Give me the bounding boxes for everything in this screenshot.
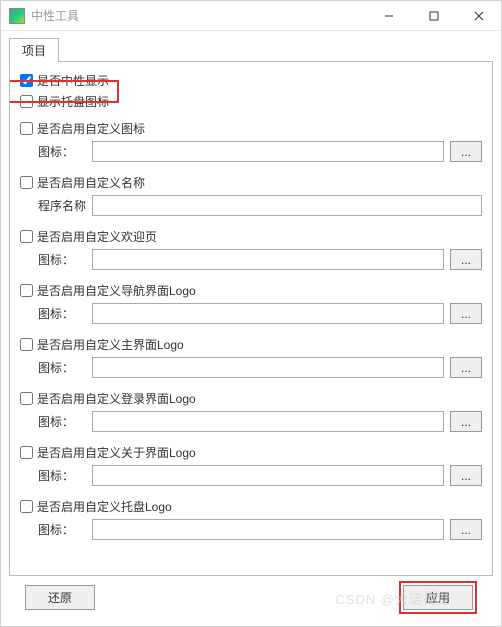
section-check-label: 是否启用自定义名称 xyxy=(37,174,145,191)
section-field-row: 程序名称 xyxy=(38,195,482,216)
section-field-row: 图标：... xyxy=(38,249,482,270)
field-label: 图标： xyxy=(38,251,88,268)
section-check-row: 是否启用自定义图标 xyxy=(20,120,482,137)
field-input[interactable] xyxy=(92,195,482,216)
section-check-row: 是否启用自定义托盘Logo xyxy=(20,498,482,515)
maximize-button[interactable] xyxy=(411,1,456,30)
section-check-label: 是否启用自定义托盘Logo xyxy=(37,498,172,515)
section-checkbox[interactable] xyxy=(20,284,33,297)
window-title: 中性工具 xyxy=(31,7,79,24)
section-checkbox[interactable] xyxy=(20,230,33,243)
field-input[interactable] xyxy=(92,141,444,162)
section-checkbox[interactable] xyxy=(20,338,33,351)
checkbox-neutral-display[interactable] xyxy=(20,74,33,87)
checkbox-show-tray[interactable] xyxy=(20,95,33,108)
section-check-row: 是否启用自定义名称 xyxy=(20,174,482,191)
field-label: 图标： xyxy=(38,359,88,376)
field-label: 图标： xyxy=(38,413,88,430)
field-label: 图标： xyxy=(38,143,88,160)
section-check-label: 是否启用自定义关于界面Logo xyxy=(37,444,196,461)
tab-strip: 项目 xyxy=(9,37,493,61)
section-check-label: 是否启用自定义主界面Logo xyxy=(37,336,184,353)
section-field-row: 图标：... xyxy=(38,357,482,378)
field-label: 图标： xyxy=(38,467,88,484)
client-area: 项目 是否中性显示 显示托盘图标 是否启用自定义图标图标：...是否启用自定义名… xyxy=(1,31,501,626)
section-check-label: 是否启用自定义欢迎页 xyxy=(37,228,157,245)
section-check-row: 是否启用自定义登录界面Logo xyxy=(20,390,482,407)
browse-button[interactable]: ... xyxy=(450,411,482,432)
browse-button[interactable]: ... xyxy=(450,249,482,270)
field-input[interactable] xyxy=(92,249,444,270)
checkbox-neutral-label: 是否中性显示 xyxy=(37,72,109,89)
section-check-label: 是否启用自定义导航界面Logo xyxy=(37,282,196,299)
browse-button[interactable]: ... xyxy=(450,357,482,378)
field-label: 程序名称 xyxy=(38,197,88,214)
section-field-row: 图标：... xyxy=(38,141,482,162)
section-field-row: 图标：... xyxy=(38,465,482,486)
field-input[interactable] xyxy=(92,519,444,540)
window-controls xyxy=(366,1,501,30)
section-check-label: 是否启用自定义登录界面Logo xyxy=(37,390,196,407)
check-row-neutral: 是否中性显示 xyxy=(20,72,482,89)
section-field-row: 图标：... xyxy=(38,411,482,432)
field-input[interactable] xyxy=(92,303,444,324)
section-check-row: 是否启用自定义导航界面Logo xyxy=(20,282,482,299)
browse-button[interactable]: ... xyxy=(450,519,482,540)
section-field-row: 图标：... xyxy=(38,303,482,324)
browse-button[interactable]: ... xyxy=(450,303,482,324)
field-input[interactable] xyxy=(92,465,444,486)
section-checkbox[interactable] xyxy=(20,500,33,513)
checkbox-tray-label: 显示托盘图标 xyxy=(37,93,109,110)
section-check-row: 是否启用自定义关于界面Logo xyxy=(20,444,482,461)
section-checkbox[interactable] xyxy=(20,122,33,135)
field-input[interactable] xyxy=(92,357,444,378)
window: 中性工具 项目 是否中性显示 显示托盘图标 是否启用自定义图标图标：...是否启… xyxy=(0,0,502,627)
field-label: 图标： xyxy=(38,305,88,322)
section-checkbox[interactable] xyxy=(20,176,33,189)
app-icon xyxy=(9,8,25,24)
tab-panel: 是否中性显示 显示托盘图标 是否启用自定义图标图标：...是否启用自定义名称程序… xyxy=(9,61,493,576)
section-checkbox[interactable] xyxy=(20,392,33,405)
section-check-row: 是否启用自定义欢迎页 xyxy=(20,228,482,245)
restore-button[interactable]: 还原 xyxy=(25,585,95,610)
check-row-tray: 显示托盘图标 xyxy=(20,93,482,110)
section-field-row: 图标：... xyxy=(38,519,482,540)
apply-button[interactable]: 应用 xyxy=(403,585,473,610)
bottom-bar: 还原 应用 xyxy=(9,576,493,618)
section-check-label: 是否启用自定义图标 xyxy=(37,120,145,137)
titlebar: 中性工具 xyxy=(1,1,501,31)
section-check-row: 是否启用自定义主界面Logo xyxy=(20,336,482,353)
close-button[interactable] xyxy=(456,1,501,30)
section-checkbox[interactable] xyxy=(20,446,33,459)
tab-project[interactable]: 项目 xyxy=(9,38,59,62)
annotation-highlight-apply: 应用 xyxy=(399,581,477,614)
field-input[interactable] xyxy=(92,411,444,432)
browse-button[interactable]: ... xyxy=(450,465,482,486)
browse-button[interactable]: ... xyxy=(450,141,482,162)
field-label: 图标： xyxy=(38,521,88,538)
minimize-button[interactable] xyxy=(366,1,411,30)
